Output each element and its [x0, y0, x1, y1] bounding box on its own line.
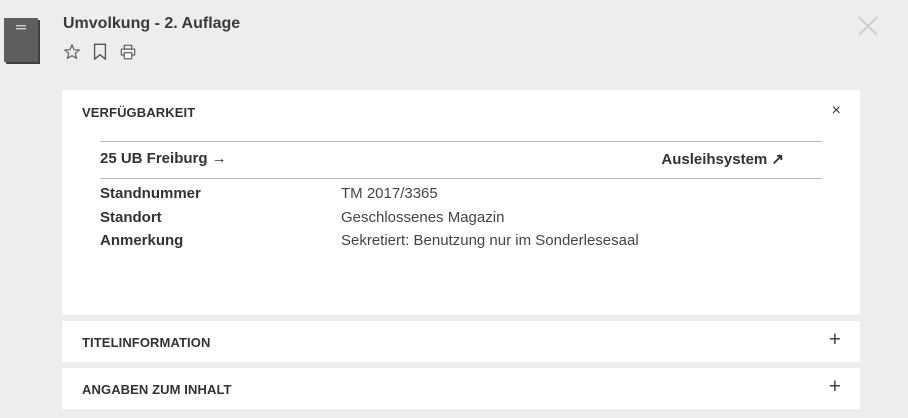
- divider: [100, 141, 822, 142]
- book-icon: [4, 18, 42, 66]
- expand-icon[interactable]: +: [829, 329, 841, 350]
- title-info-panel[interactable]: TITELINFORMATION +: [62, 321, 860, 362]
- holdings-value: Sekretiert: Benutzung nur im Sonderleses…: [341, 232, 639, 249]
- title-info-heading[interactable]: TITELINFORMATION: [82, 335, 210, 350]
- star-icon[interactable]: [62, 42, 82, 62]
- availability-panel: VERFÜGBARKEIT × 25 UB Freiburg → Ausleih…: [62, 90, 860, 315]
- holdings-row: Standort Geschlossenes Magazin: [100, 209, 800, 233]
- content-info-panel[interactable]: ANGABEN ZUM INHALT +: [62, 368, 860, 409]
- close-icon[interactable]: [855, 13, 881, 39]
- holdings-table: Standnummer TM 2017/3365 Standort Geschl…: [100, 185, 800, 256]
- availability-close-icon[interactable]: ×: [832, 102, 841, 120]
- holdings-row: Anmerkung Sekretiert: Benutzung nur im S…: [100, 232, 800, 256]
- divider: [100, 178, 822, 179]
- record-title: Umvolkung - 2. Auflage: [63, 15, 241, 32]
- loan-system-link[interactable]: Ausleihsystem ↗: [661, 150, 784, 168]
- expand-icon[interactable]: +: [829, 376, 841, 397]
- holdings-value: Geschlossenes Magazin: [341, 208, 505, 226]
- holdings-value: TM 2017/3365: [341, 185, 438, 202]
- availability-heading[interactable]: VERFÜGBARKEIT: [82, 105, 195, 120]
- library-link[interactable]: 25 UB Freiburg →: [100, 150, 227, 167]
- record-actions: [62, 42, 138, 62]
- holdings-label: Standort: [100, 208, 162, 226]
- holdings-label: Anmerkung: [100, 232, 184, 249]
- bookmark-icon[interactable]: [90, 42, 110, 62]
- print-icon[interactable]: [118, 42, 138, 62]
- holdings-label: Standnummer: [100, 185, 201, 202]
- content-info-heading[interactable]: ANGABEN ZUM INHALT: [82, 382, 232, 397]
- holdings-row: Standnummer TM 2017/3365: [100, 185, 800, 209]
